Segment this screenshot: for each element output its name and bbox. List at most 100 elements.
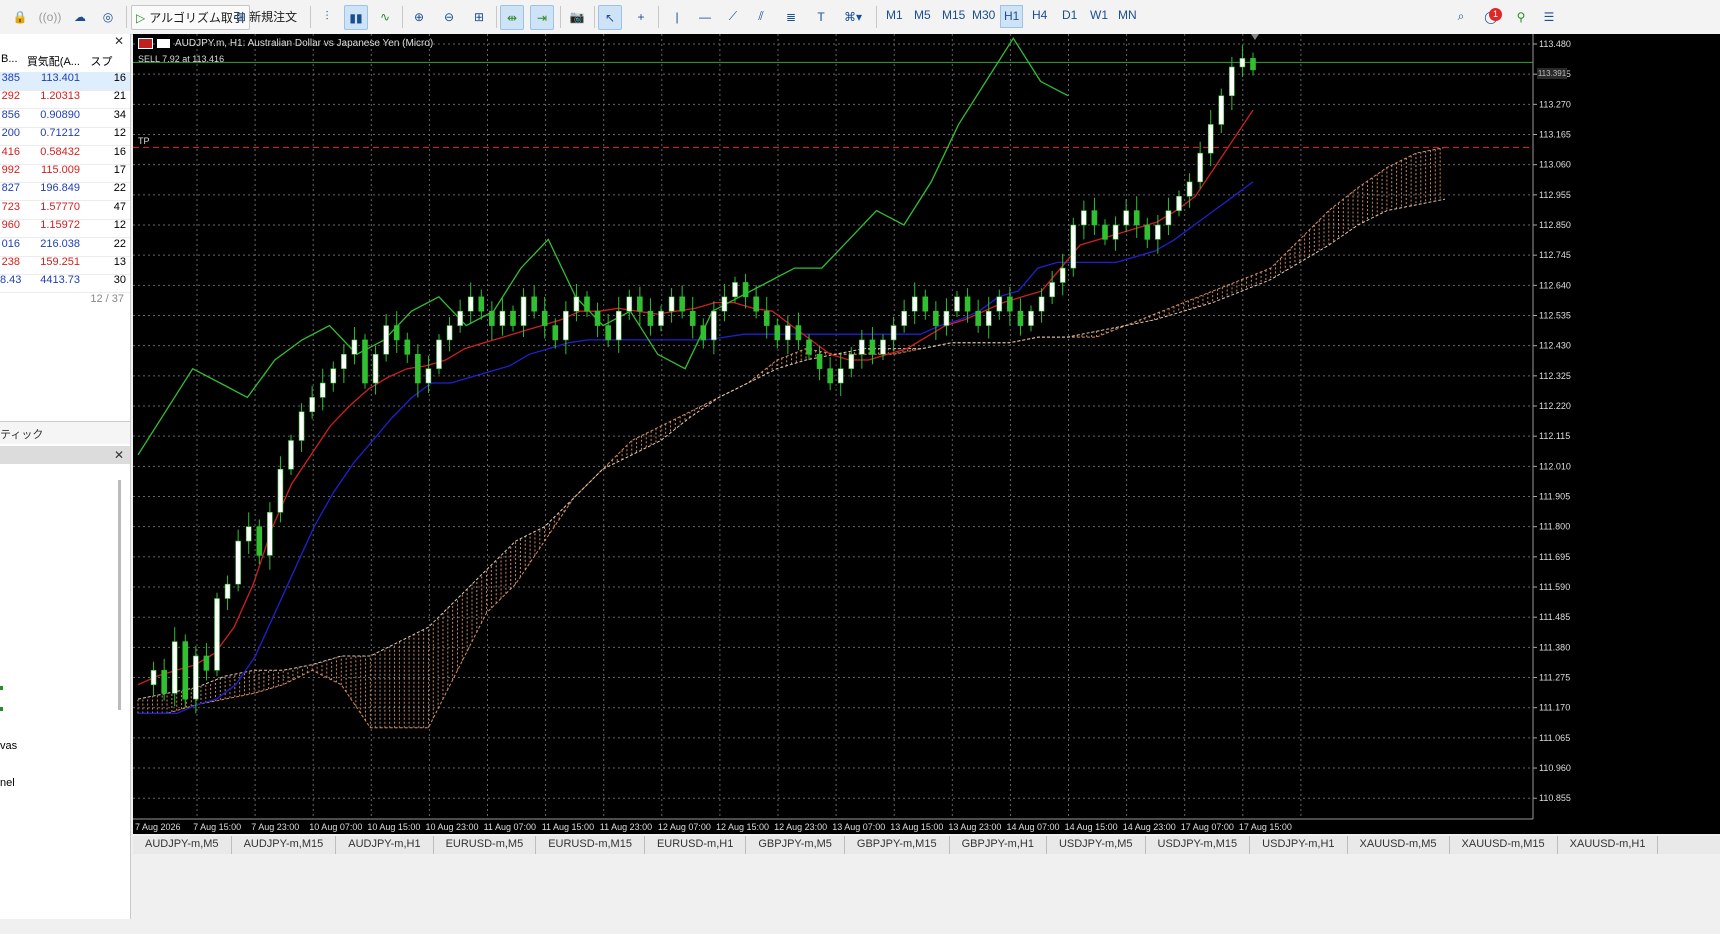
grid-icon[interactable]: ⊞ — [468, 5, 490, 28]
y-tick-label: 110.960 — [1539, 763, 1571, 773]
vertical-line-icon[interactable]: | — [666, 5, 688, 28]
screenshot-icon[interactable]: 📷 — [566, 5, 588, 28]
candle-body — [1017, 310, 1024, 326]
tp-label: TP — [138, 136, 150, 146]
ask-price: 1.57770 — [40, 200, 80, 213]
candle-body — [922, 296, 929, 312]
column-header-spread[interactable]: スプレ... — [86, 50, 130, 84]
cursor-icon[interactable]: ↖ — [598, 5, 622, 30]
tab-tick[interactable]: ティック — [0, 426, 43, 442]
market-watch-row[interactable]: 200 0.71212 12 — [0, 127, 130, 147]
timeframe-w1-button[interactable]: W1 — [1090, 8, 1108, 22]
bar-chart-icon[interactable]: ⫶ — [316, 5, 338, 28]
chart-tab[interactable]: EURUSD-m,M5 — [434, 836, 537, 854]
chart-tab[interactable]: EURUSD-m,H1 — [645, 836, 747, 854]
candle-body — [404, 339, 411, 355]
autoscroll-icon[interactable]: ⇹ — [500, 5, 524, 30]
navigator-item-2[interactable]: nel — [0, 777, 15, 789]
account-icon[interactable]: ☰ — [1538, 5, 1560, 28]
chart-tab[interactable]: GBPJPY-m,M5 — [746, 836, 845, 854]
shapes-icon[interactable]: ⌘▾ — [838, 5, 868, 28]
fibonacci-icon[interactable]: ≣ — [780, 5, 802, 28]
zoom-in-icon[interactable]: ⊕ — [408, 5, 430, 28]
chart-tab[interactable]: GBPJPY-m,H1 — [950, 836, 1047, 854]
navigator-item-1[interactable]: vas — [0, 740, 17, 752]
timeframe-h4-button[interactable]: H4 — [1032, 8, 1047, 22]
candle-body — [436, 339, 442, 369]
chart-tab[interactable]: XAUUSD-m,M15 — [1450, 836, 1558, 854]
bid-price: 016 — [1, 237, 20, 250]
market-watch-row[interactable]: 8.43 4413.73 30 — [0, 274, 130, 294]
bid-price: 238 — [1, 256, 20, 268]
flag-icon — [138, 38, 153, 49]
candle-body — [214, 598, 220, 671]
vps-icon[interactable]: ◎ — [96, 5, 120, 28]
chart-tab[interactable]: USDJPY-m,M5 — [1047, 836, 1146, 854]
timeframe-d1-button[interactable]: D1 — [1062, 8, 1077, 22]
column-header-ask[interactable]: 買気配(A... — [23, 50, 87, 72]
market-watch-row[interactable]: 385 113.401 16 — [0, 72, 130, 91]
chart-tab[interactable]: AUDJPY-m,M15 — [232, 836, 337, 854]
market-watch-row[interactable]: 856 0.90890 34 — [0, 109, 130, 128]
text-icon[interactable]: T — [810, 5, 832, 28]
candle-body — [668, 296, 675, 312]
candle-body — [763, 310, 770, 326]
chart-tab[interactable]: XAUUSD-m,H1 — [1558, 836, 1659, 854]
signal-strength-icon[interactable]: ⚲ — [1510, 5, 1532, 28]
candle-body — [520, 296, 527, 326]
market-watch-row[interactable]: 238 159.251 13 — [0, 256, 130, 275]
candlestick-icon[interactable]: ▮▮ — [344, 5, 368, 30]
chart-tab[interactable]: AUDJPY-m,M5 — [133, 836, 232, 854]
candle-body — [1081, 210, 1087, 226]
signal-icon[interactable]: ((o)) — [38, 5, 62, 28]
bid-price: 416 — [1, 145, 20, 158]
chart-tab[interactable]: USDJPY-m,H1 — [1250, 836, 1348, 854]
navigator-scrollbar[interactable] — [118, 480, 121, 710]
market-watch-row[interactable]: 416 0.58432 16 — [0, 146, 130, 165]
x-tick-label: 12 Aug 15:00 — [716, 822, 769, 832]
candle-body — [584, 296, 590, 312]
timeframe-m30-button[interactable]: M30 — [972, 8, 995, 22]
candle-body — [1038, 296, 1045, 312]
lock-icon[interactable]: 🔒 — [8, 5, 32, 28]
market-watch-row[interactable]: 016 216.038 22 — [0, 238, 130, 257]
ask-price: 159.251 — [40, 256, 80, 268]
new-order-button[interactable]: ⊞ 新規注文 — [232, 5, 301, 28]
line-chart-icon[interactable]: ∿ — [374, 5, 396, 28]
chart-tab[interactable]: XAUUSD-m,M5 — [1348, 836, 1450, 854]
market-watch-row[interactable]: 292 1.20313 21 — [0, 90, 130, 110]
y-tick-label: 112.115 — [1539, 431, 1570, 441]
chart-tab[interactable]: EURUSD-m,M15 — [536, 836, 645, 854]
column-header-bid[interactable]: B... — [0, 50, 23, 72]
spread-value: 22 — [113, 237, 126, 250]
timeframe-m15-button[interactable]: M15 — [942, 8, 965, 22]
y-tick-label: 113.270 — [1539, 99, 1571, 109]
crosshair-icon[interactable]: + — [630, 5, 652, 28]
chart-shift-icon[interactable]: ⇥ — [530, 5, 554, 30]
timeframe-m5-button[interactable]: M5 — [914, 8, 931, 22]
zoom-out-icon[interactable]: ⊖ — [438, 5, 460, 28]
market-watch-row[interactable]: 723 1.57770 47 — [0, 201, 130, 220]
navigator-close-icon[interactable]: ✕ — [114, 448, 124, 462]
timeframe-h1-button[interactable]: H1 — [1000, 5, 1024, 28]
chart-tab[interactable]: GBPJPY-m,M15 — [845, 836, 950, 854]
market-watch-row[interactable]: 827 196.849 22 — [0, 182, 130, 202]
market-watch-row[interactable]: 992 115.009 17 — [0, 164, 130, 183]
candle-body — [330, 368, 337, 384]
price-chart[interactable]: 113.480113.375113.270113.165113.060112.9… — [133, 34, 1720, 834]
market-watch-row[interactable]: 960 1.15972 12 — [0, 219, 130, 239]
horizontal-line-icon[interactable]: — — [694, 5, 716, 28]
candle-body — [1133, 210, 1140, 226]
x-tick-label: 17 Aug 07:00 — [1181, 822, 1234, 832]
cloud-icon[interactable]: ☁ — [68, 5, 92, 28]
timeframe-mn-button[interactable]: MN — [1118, 8, 1137, 22]
timeframe-m1-button[interactable]: M1 — [886, 8, 903, 22]
candle-body — [869, 339, 876, 355]
candle-body — [1028, 310, 1034, 326]
channel-icon[interactable]: ⫽ — [750, 5, 772, 28]
market-watch-close-icon[interactable]: ✕ — [114, 34, 124, 48]
chart-tab[interactable]: AUDJPY-m,H1 — [336, 836, 434, 854]
search-icon[interactable]: ⌕ — [1450, 5, 1472, 28]
trendline-icon[interactable]: ⟋ — [722, 5, 744, 28]
chart-tab[interactable]: USDJPY-m,M15 — [1146, 836, 1251, 854]
